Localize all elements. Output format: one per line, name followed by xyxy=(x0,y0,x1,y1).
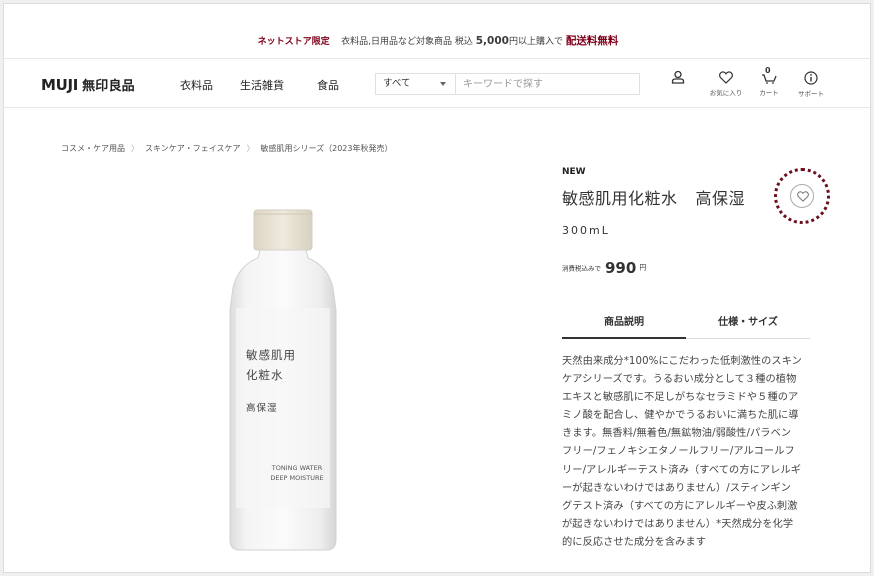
support-button[interactable]: サポート xyxy=(794,71,828,98)
support-icon xyxy=(804,71,818,85)
bottle-label-jp: 敏感肌用 化粧水 高保湿 xyxy=(246,345,296,419)
nav-clothing[interactable]: 衣料品 xyxy=(180,77,213,93)
bottle-label-line: 敏感肌用 xyxy=(246,348,296,362)
heart-icon xyxy=(797,191,809,202)
product-description: 天然由来成分*100%にこだわった低刺激性のスキン ケアシリーズです。うるおい成… xyxy=(562,353,814,552)
product-title-main: 敏感肌用化粧水 xyxy=(562,189,678,208)
nav-household[interactable]: 生活雑貨 xyxy=(240,77,284,93)
product-tabs: 商品説明 仕様・サイズ xyxy=(562,311,810,339)
description-line: ーが起きないわけではありません）/スティンギン xyxy=(562,482,791,494)
breadcrumb: コスメ・ケア用品〉スキンケア・フェイスケア〉敏感肌用シリーズ（2023年秋発売） xyxy=(61,143,393,154)
search-input[interactable] xyxy=(457,74,639,94)
promo-banner[interactable]: ネットストア限定 衣料品,日用品など対象商品 税込 5,000円以上購入で 配送… xyxy=(4,4,870,58)
tab-description[interactable]: 商品説明 xyxy=(562,311,686,339)
product-title-sub: 高保湿 xyxy=(695,189,746,208)
favorites-label: お気に入り xyxy=(709,89,743,97)
description-line: リー/アレルギーテスト済み（すべての方にアレルギ xyxy=(562,464,802,476)
favorites-button[interactable]: お気に入り xyxy=(704,71,748,97)
description-line: が起きないわけではありません）*天然成分を化学 xyxy=(562,518,794,530)
description-line: ケアシリーズです。うるおい成分として３種の植物 xyxy=(562,374,797,386)
bottle-label-line: TONING WATER xyxy=(271,464,323,472)
description-line: きます。無香料/無着色/無鉱物油/弱酸性/パラベン xyxy=(562,428,792,440)
product-price: 消費税込みで 990 円 xyxy=(562,257,646,277)
promo-amount: 5,000 xyxy=(475,35,509,47)
description-line: 天然由来成分*100%にこだわった低刺激性のスキン xyxy=(562,356,802,367)
support-label: サポート xyxy=(798,90,824,98)
bottle-label-line: 高保湿 xyxy=(246,403,278,414)
search-bar: すべて xyxy=(375,73,640,95)
breadcrumb-separator: 〉 xyxy=(246,144,255,153)
product-image[interactable]: 敏感肌用 化粧水 高保湿 TONING WATER DEEP MOISTURE xyxy=(208,200,368,555)
favorite-highlight-ring xyxy=(774,168,830,224)
heart-icon xyxy=(719,71,733,84)
logo-jp: 無印良品 xyxy=(82,79,135,94)
nav-food[interactable]: 食品 xyxy=(317,77,339,93)
logo-muji: MUJI xyxy=(41,76,79,94)
breadcrumb-separator: 〉 xyxy=(131,144,139,153)
breadcrumb-item[interactable]: スキンケア・フェイスケア xyxy=(145,144,241,153)
cart-icon-svg xyxy=(762,74,777,84)
price-value: 990 xyxy=(605,258,637,277)
price-tax-label: 消費税込みで xyxy=(562,264,601,273)
description-line: グテスト済み（すべての方にアレルギーや皮ふ刺激 xyxy=(562,500,798,512)
bottle-label-line: DEEP MOISTURE xyxy=(270,474,324,482)
breadcrumb-item[interactable]: 敏感肌用シリーズ（2023年秋発売） xyxy=(261,144,393,153)
promo-free-shipping: 配送料無料 xyxy=(565,35,619,47)
search-category-value: すべて xyxy=(383,78,411,89)
description-line: エキスと敏感肌に不足しがちなセラミドや５種のア xyxy=(562,392,799,404)
product-volume: 300mL xyxy=(562,224,610,237)
bottle-label-line: 化粧水 xyxy=(246,368,284,382)
page-frame: ネットストア限定 衣料品,日用品など対象商品 税込 5,000円以上購入で 配送… xyxy=(3,3,871,573)
description-line: ミノ酸を配合し、健やかでうるおいに満ちた肌に導 xyxy=(562,410,799,422)
muji-logo[interactable]: MUJI 無印良品 xyxy=(41,75,135,94)
new-badge: NEW xyxy=(562,167,586,177)
account-button[interactable] xyxy=(671,70,685,84)
promo-text: 衣料品,日用品など対象商品 税込 xyxy=(341,37,473,47)
chevron-down-icon xyxy=(440,82,446,86)
price-currency: 円 xyxy=(639,263,647,272)
account-icon xyxy=(671,70,685,84)
promo-label: ネットストア限定 xyxy=(257,37,330,47)
search-category-select[interactable]: すべて xyxy=(376,74,456,94)
description-line: フリー/フェノキシエタノールフリー/アルコールフ xyxy=(562,446,795,458)
promo-text-2: 円以上購入で xyxy=(508,37,563,47)
cart-button[interactable]: 0 カート xyxy=(756,66,782,97)
product-title: 敏感肌用化粧水 高保湿 xyxy=(562,185,745,209)
favorite-button[interactable] xyxy=(790,184,814,208)
cart-label: カート xyxy=(759,89,779,97)
site-header: MUJI無印良品 衣料品 生活雑貨 食品 すべて お気に入り xyxy=(4,58,870,108)
description-line: 的に反応させた成分を含みます xyxy=(562,536,707,548)
breadcrumb-item[interactable]: コスメ・ケア用品 xyxy=(61,144,125,153)
bottle-label-en: TONING WATER DEEP MOISTURE xyxy=(262,463,332,483)
tab-specs[interactable]: 仕様・サイズ xyxy=(686,311,810,339)
cart-icon: 0 xyxy=(761,66,777,84)
